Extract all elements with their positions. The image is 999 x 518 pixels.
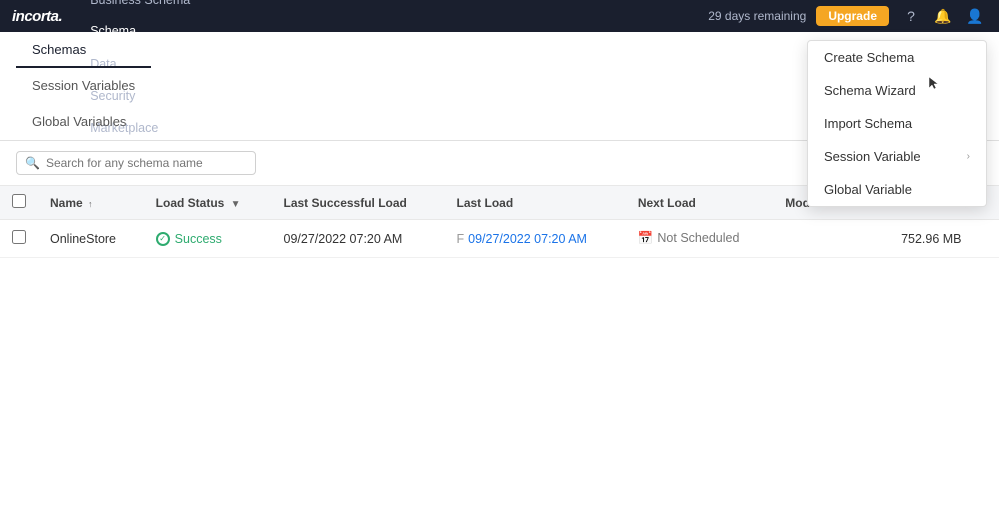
row-data-size: 752.96 MB bbox=[889, 220, 999, 258]
last-load-flag: F bbox=[456, 232, 464, 246]
dropdown-item-label: Create Schema bbox=[824, 50, 914, 65]
col-name: Name ↑ bbox=[38, 186, 144, 220]
tab-schemas[interactable]: Schemas bbox=[16, 32, 151, 68]
col-next-load: Next Load bbox=[626, 186, 773, 220]
tab-global-variables[interactable]: Global Variables bbox=[16, 104, 151, 140]
nav-icon-group: ? 🔔 👤 bbox=[899, 4, 987, 28]
row-model-status bbox=[773, 220, 889, 258]
dropdown-item-label: Import Schema bbox=[824, 116, 912, 131]
tab-session-variables[interactable]: Session Variables bbox=[16, 68, 151, 104]
dropdown-item-label: Session Variable bbox=[824, 149, 921, 164]
row-last-successful-load: 09/27/2022 07:20 AM bbox=[272, 220, 445, 258]
dropdown-menu: Create Schema Schema Wizard Import Schema S… bbox=[807, 40, 987, 207]
load-status-filter-icon[interactable]: ▼ bbox=[231, 199, 241, 210]
help-icon[interactable]: ? bbox=[899, 4, 923, 28]
status-label: Success bbox=[175, 232, 222, 246]
tabs-container: SchemasSession VariablesGlobal Variables bbox=[16, 32, 151, 140]
row-next-load: 📅Not Scheduled bbox=[626, 220, 773, 258]
dropdown-item-label: Schema Wizard bbox=[824, 83, 916, 98]
last-load-link[interactable]: 09/27/2022 07:20 AM bbox=[468, 232, 587, 246]
search-icon: 🔍 bbox=[25, 156, 40, 170]
upgrade-button[interactable]: Upgrade bbox=[816, 6, 889, 26]
dropdown-item-import-schema[interactable]: Import Schema bbox=[808, 107, 986, 140]
dropdown-item-label: Global Variable bbox=[824, 182, 912, 197]
row-checkbox-cell bbox=[0, 220, 38, 258]
notifications-icon[interactable]: 🔔 bbox=[931, 4, 955, 28]
dropdown-item-create-schema[interactable]: Create Schema bbox=[808, 41, 986, 74]
calendar-icon: 📅 bbox=[638, 231, 654, 245]
search-box[interactable]: 🔍 bbox=[16, 151, 256, 175]
table-body: OnlineStore ✓ Success 09/27/2022 07:20 AM F0… bbox=[0, 220, 999, 258]
name-sort-icon[interactable]: ↑ bbox=[88, 199, 93, 209]
col-checkbox bbox=[0, 186, 38, 220]
brand-logo: incorta. bbox=[12, 8, 62, 25]
dropdown-item-global-variable[interactable]: Global Variable bbox=[808, 173, 986, 206]
row-load-status: ✓ Success bbox=[144, 220, 272, 258]
chevron-right-icon: › bbox=[967, 151, 970, 162]
user-icon[interactable]: 👤 bbox=[963, 4, 987, 28]
col-last-successful-load: Last Successful Load bbox=[272, 186, 445, 220]
days-remaining: 29 days remaining bbox=[708, 9, 806, 23]
col-last-load: Last Load bbox=[444, 186, 625, 220]
status-success-badge: ✓ Success bbox=[156, 232, 260, 246]
row-name: OnlineStore bbox=[38, 220, 144, 258]
dropdown-item-schema-wizard[interactable]: Schema Wizard bbox=[808, 74, 986, 107]
dropdown-item-session-variable[interactable]: Session Variable › bbox=[808, 140, 986, 173]
table-row: OnlineStore ✓ Success 09/27/2022 07:20 AM F0… bbox=[0, 220, 999, 258]
select-all-checkbox[interactable] bbox=[12, 194, 26, 208]
col-load-status: Load Status ▼ bbox=[144, 186, 272, 220]
nav-item-business-schema[interactable]: Business Schema bbox=[78, 0, 202, 16]
search-input[interactable] bbox=[46, 156, 247, 170]
nav-bar: incorta. HomeContentSchedulerBusiness Sc… bbox=[0, 0, 999, 32]
row-checkbox[interactable] bbox=[12, 230, 26, 244]
row-last-load: F 09/27/2022 07:20 AM bbox=[444, 220, 625, 258]
dropdown-items: Create Schema Schema Wizard Import Schema S… bbox=[808, 41, 986, 206]
next-load-label: Not Scheduled bbox=[657, 231, 739, 245]
status-dot-icon: ✓ bbox=[156, 232, 170, 246]
